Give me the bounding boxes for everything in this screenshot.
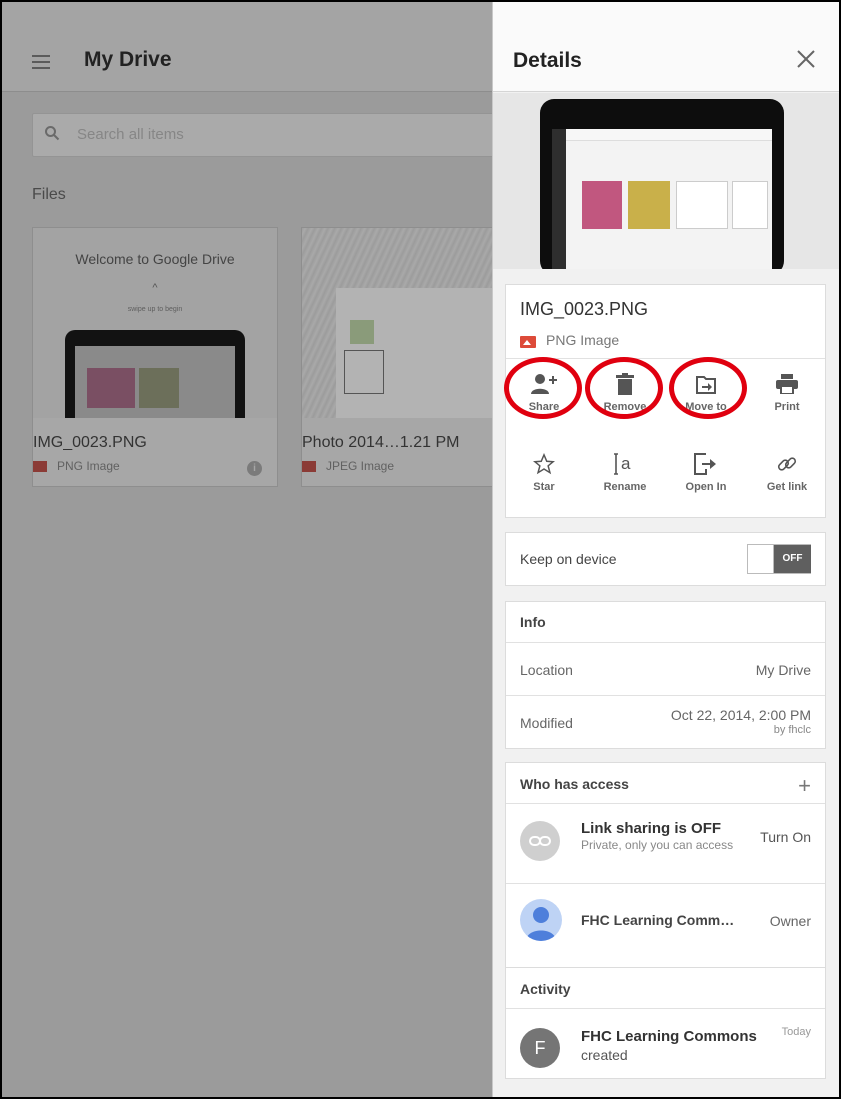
close-icon[interactable]	[795, 48, 817, 70]
owner-role: Owner	[769, 913, 811, 929]
search-icon	[45, 126, 60, 141]
details-title: Details	[513, 49, 582, 72]
activity-section: Activity F FHC Learning Commons created …	[505, 967, 826, 1079]
annotation-circle	[504, 357, 582, 419]
activity-user: FHC Learning Commons	[581, 1028, 757, 1045]
location-value: My Drive	[755, 662, 811, 678]
star-label: Star	[533, 481, 555, 493]
star-icon	[533, 453, 555, 475]
modified-label: Modified	[520, 715, 573, 731]
svg-text:a: a	[621, 454, 631, 473]
file-name: IMG_0023.PNG	[33, 434, 147, 451]
file-type: PNG Image	[57, 459, 120, 473]
access-title: Who has access	[520, 776, 629, 792]
print-label: Print	[774, 401, 800, 413]
printer-icon	[776, 374, 798, 394]
get-link-button[interactable]: Get link	[752, 451, 822, 493]
open-in-button[interactable]: Open In	[671, 451, 741, 493]
activity-time: Today	[781, 1026, 811, 1038]
link-icon	[520, 821, 560, 861]
open-in-icon	[694, 453, 716, 475]
file-card[interactable]: Photo 2014…1.21 PM JPEG Image	[301, 227, 501, 487]
details-file-name: IMG_0023.PNG	[520, 299, 649, 319]
rename-button[interactable]: a Rename	[590, 451, 660, 493]
search-placeholder: Search all items	[77, 126, 184, 143]
file-type: JPEG Image	[326, 459, 395, 473]
file-card[interactable]: Welcome to Google Drive ^ swipe up to be…	[32, 227, 278, 487]
file-thumbnail	[302, 228, 500, 418]
info-icon[interactable]: i	[247, 461, 262, 476]
menu-icon[interactable]	[32, 55, 50, 73]
link-sharing-subtitle: Private, only you can access	[581, 838, 734, 852]
toggle-state: OFF	[774, 545, 811, 573]
file-preview	[493, 93, 839, 269]
link-sharing-title: Link sharing is OFF	[581, 820, 722, 837]
files-heading: Files	[32, 186, 66, 203]
add-people-icon[interactable]: +	[798, 775, 811, 797]
turn-on-link-button[interactable]: Turn On	[760, 829, 811, 845]
annotation-circle	[585, 357, 663, 419]
image-icon	[302, 461, 316, 472]
location-label: Location	[520, 662, 573, 678]
activity-action: created	[581, 1047, 628, 1063]
info-title: Info	[520, 614, 546, 630]
modified-value: Oct 22, 2014, 2:00 PM	[670, 707, 811, 723]
modified-by: by fhclc	[773, 724, 811, 736]
rename-label: Rename	[603, 481, 647, 493]
star-button[interactable]: Star	[509, 451, 579, 493]
drive-main: My Drive Search all items Files Welcome …	[2, 2, 501, 1097]
rename-icon: a	[614, 453, 631, 475]
file-name: Photo 2014…1.21 PM	[302, 434, 460, 451]
tablet-image	[65, 330, 245, 418]
activity-title: Activity	[520, 981, 571, 997]
welcome-hint: swipe up to begin	[127, 306, 183, 313]
file-details-card: IMG_0023.PNG PNG Image Share Remove Move…	[504, 284, 826, 518]
annotation-circle	[669, 357, 747, 419]
keep-on-device-label: Keep on device	[520, 551, 617, 567]
avatar: F	[520, 1028, 560, 1068]
keep-on-device-toggle[interactable]: OFF	[747, 544, 811, 574]
image-icon	[33, 461, 47, 472]
owner-name: FHC Learning Comm…	[581, 912, 735, 928]
page-title: My Drive	[84, 48, 172, 71]
link-icon	[777, 457, 797, 471]
details-header: Details	[493, 2, 839, 92]
print-button[interactable]: Print	[752, 371, 822, 413]
file-thumbnail: Welcome to Google Drive ^ swipe up to be…	[33, 228, 277, 418]
app-window: My Drive Search all items Files Welcome …	[0, 0, 841, 1099]
preview-image	[540, 99, 784, 269]
welcome-title: Welcome to Google Drive	[75, 251, 235, 267]
access-section: Who has access + Link sharing is OFF Pri…	[505, 762, 826, 982]
avatar	[520, 899, 562, 941]
info-section: Info Location My Drive Modified Oct 22, …	[505, 601, 826, 749]
keep-on-device-row: Keep on device OFF	[505, 532, 826, 586]
details-file-type: PNG Image	[546, 332, 620, 348]
image-icon	[520, 336, 536, 348]
get-link-label: Get link	[766, 481, 808, 493]
top-bar: My Drive	[2, 2, 492, 92]
search-input[interactable]: Search all items	[32, 113, 494, 157]
caret-up-icon: ^	[152, 282, 158, 294]
open-in-label: Open In	[685, 481, 727, 493]
details-panel: Details IMG_0023.PNG PNG Image Share Rem…	[492, 2, 839, 1097]
